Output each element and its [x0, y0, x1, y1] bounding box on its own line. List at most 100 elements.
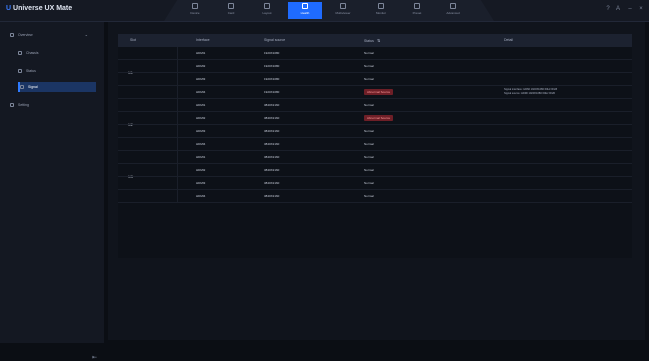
tab-advanced[interactable]: Advanced: [436, 2, 470, 19]
interface-cell: HDMI4: [196, 194, 206, 198]
tab-label: Preset: [412, 11, 422, 15]
status-cell: Normal: [364, 51, 374, 55]
header-status[interactable]: Status ⇅: [364, 34, 380, 47]
filter-icon[interactable]: ⇅: [377, 34, 380, 47]
help-icon[interactable]: ?: [605, 6, 611, 12]
status-cell: Normal: [364, 129, 374, 133]
table-row[interactable]: HDMI1 3840X2160 Normal: [118, 99, 632, 112]
close-icon[interactable]: ×: [638, 6, 644, 12]
sidebar-item-status[interactable]: Status: [18, 66, 94, 76]
gear-icon: [10, 103, 14, 108]
signal-cell: 1920X1080: [264, 90, 280, 94]
signal-cell: 3840X2160: [264, 194, 280, 198]
table-row[interactable]: HDMI3 1920X1080 Normal: [118, 73, 632, 86]
detail-line: Signal source: HDMI 1920X1080 60Hz RGB: [504, 92, 555, 95]
interface-cell: HDMI3: [196, 181, 206, 185]
status-cell: Normal: [364, 77, 374, 81]
table-row[interactable]: HDMI4 3840X2160 Normal: [118, 190, 632, 203]
status-badge-error: Abnormal Source: [364, 115, 394, 121]
header-status-label: Status: [364, 39, 374, 43]
sidebar-item-setting[interactable]: Setting: [10, 100, 94, 110]
minimize-icon[interactable]: –: [627, 6, 633, 12]
tab-multiviewer[interactable]: Multiviewer: [326, 2, 360, 19]
status-cell: Normal: [364, 194, 374, 198]
table-row[interactable]: HDMI4 3840X2160 Normal: [118, 138, 632, 151]
tab-monitor[interactable]: Monitor: [364, 2, 398, 19]
signal-icon: [20, 85, 24, 90]
health-icon: [302, 3, 308, 9]
tab-card[interactable]: Card: [214, 2, 248, 19]
interface-cell: HDMI2: [196, 116, 206, 120]
status-icon: [18, 69, 22, 74]
signal-cell: 3840X2160: [264, 129, 280, 133]
interface-cell: HDMI2: [196, 64, 206, 68]
signal-cell: 3840X2160: [264, 103, 280, 107]
brand-name: Universe UX Mate: [13, 5, 73, 12]
signal-cell: 1920X1080: [264, 51, 280, 55]
status-cell: Normal: [364, 181, 374, 185]
sidebar-item-label: Signal: [28, 85, 38, 89]
tab-label: Card: [227, 11, 235, 15]
advanced-icon: [450, 3, 456, 9]
table-row[interactable]: HDMI3 3840X2160 Normal: [118, 125, 632, 138]
interface-cell: HDMI2: [196, 168, 206, 172]
tab-label: Health: [300, 11, 310, 15]
top-bar: U Universe UX Mate Device Card Layout He…: [0, 0, 649, 22]
table-row[interactable]: HDMI1 1920X1080 Normal: [118, 47, 632, 60]
status-cell: Normal: [364, 64, 374, 68]
device-icon: [192, 3, 198, 9]
sidebar-item-label: Chassis: [26, 51, 39, 55]
main-content: Slot Interface Signal source Status ⇅ Det…: [108, 22, 645, 340]
chassis-icon: [18, 51, 22, 56]
brand-logo-letter: U: [6, 5, 12, 12]
signal-table: Slot Interface Signal source Status ⇅ Det…: [118, 34, 632, 258]
status-cell: Normal: [364, 168, 374, 172]
table-row[interactable]: HDMI2 3840X2160 Abnormal Source: [118, 112, 632, 125]
sidebar-item-chassis[interactable]: Chassis: [18, 48, 94, 58]
tab-label: Layout: [262, 11, 272, 15]
interface-cell: HDMI1: [196, 51, 206, 55]
signal-cell: 1920X1080: [264, 77, 280, 81]
layout-icon: [264, 3, 270, 9]
preset-icon: [414, 3, 420, 9]
table-row[interactable]: HDMI4 1920X1080 Abnormal Source Signal int…: [118, 86, 632, 99]
status-badge-error: Abnormal Source: [364, 89, 394, 95]
signal-cell: 3840X2160: [264, 116, 280, 120]
tab-label: Monitor: [375, 11, 386, 15]
table-header: Slot Interface Signal source Status ⇅ Det…: [118, 34, 632, 47]
signal-cell: 3840X2160: [264, 142, 280, 146]
sidebar: Overview ⌄ Chassis Status Signal Setting…: [0, 22, 104, 361]
user-icon[interactable]: A: [615, 6, 621, 12]
interface-cell: HDMI3: [196, 77, 206, 81]
status-cell: Normal: [364, 155, 374, 159]
signal-cell: 3840X2160: [264, 181, 280, 185]
interface-cell: HDMI1: [196, 103, 206, 107]
tab-device[interactable]: Device: [178, 2, 212, 19]
sidebar-item-signal[interactable]: Signal: [18, 82, 96, 92]
tab-preset[interactable]: Preset: [400, 2, 434, 19]
header-interface: Interface: [196, 38, 210, 42]
interface-cell: HDMI4: [196, 142, 206, 146]
tab-health[interactable]: Health: [288, 2, 322, 19]
sidebar-group-label: Overview: [18, 33, 33, 37]
chevron-down-icon: ⌄: [84, 32, 88, 37]
table-row[interactable]: HDMI1 3840X2160 Normal: [118, 151, 632, 164]
sidebar-group-overview[interactable]: Overview ⌄: [10, 30, 94, 40]
header-detail: Detail: [504, 38, 513, 42]
status-cell: Normal: [364, 142, 374, 146]
signal-cell: 3840X2160: [264, 168, 280, 172]
table-row[interactable]: HDMI2 1920X1080 Normal: [118, 60, 632, 73]
app-brand: U Universe UX Mate: [6, 5, 72, 12]
tab-label: Advanced: [446, 11, 460, 15]
signal-cell: 3840X2160: [264, 155, 280, 159]
main-nav: Device Card Layout Health Multiviewer Mo…: [164, 0, 494, 21]
collapse-sidebar-icon[interactable]: ⇤: [92, 354, 97, 361]
interface-cell: HDMI4: [196, 90, 206, 94]
overview-icon: [10, 33, 14, 38]
monitor-icon: [378, 3, 384, 9]
tab-label: Device: [190, 11, 200, 15]
interface-cell: HDMI1: [196, 155, 206, 159]
tab-layout[interactable]: Layout: [250, 2, 284, 19]
table-row[interactable]: HDMI2 3840X2160 Normal: [118, 164, 632, 177]
table-row[interactable]: HDMI3 3840X2160 Normal: [118, 177, 632, 190]
